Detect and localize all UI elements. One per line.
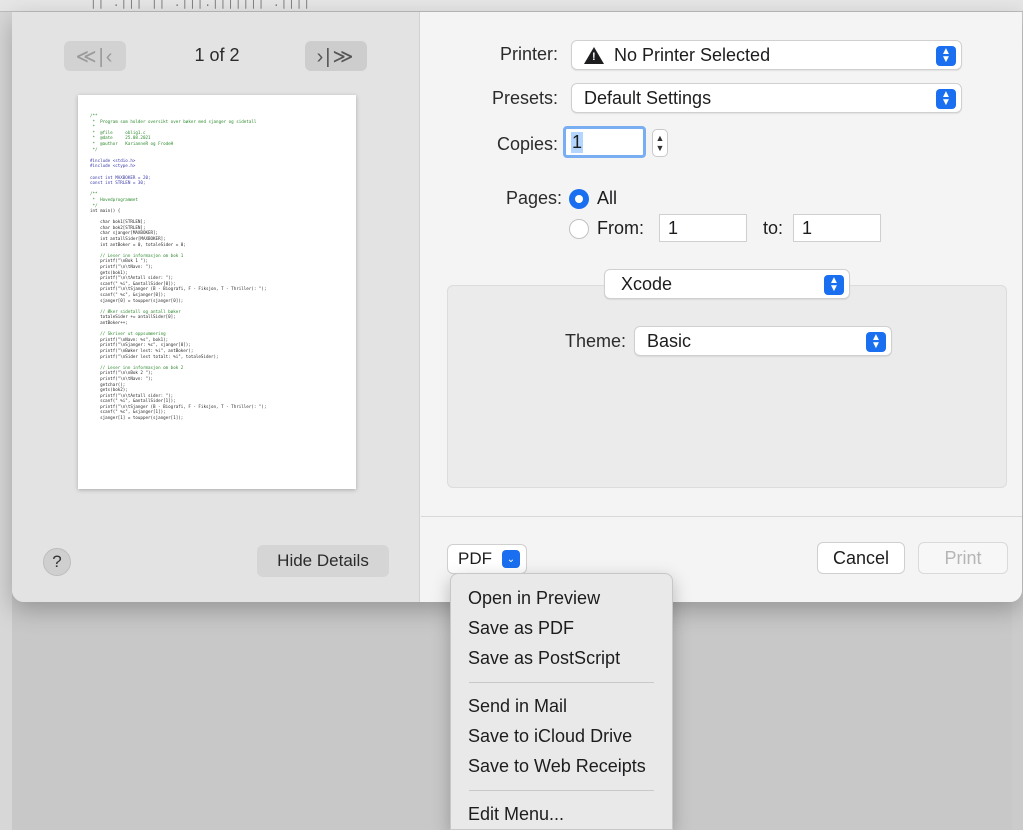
- pdf-menu-button[interactable]: PDF ⌄: [447, 544, 527, 574]
- menu-separator: [469, 682, 654, 683]
- printer-value: No Printer Selected: [614, 44, 771, 65]
- menu-item-open-in-preview[interactable]: Open in Preview: [451, 583, 672, 613]
- pages-from-field[interactable]: 1: [659, 214, 747, 242]
- menu-item-send-in-mail[interactable]: Send in Mail: [451, 691, 672, 721]
- menu-item-save-to-icloud-drive[interactable]: Save to iCloud Drive: [451, 721, 672, 751]
- section-popup[interactable]: Xcode ▲ ▼: [604, 269, 850, 299]
- chevron-down-icon: ⌄: [502, 550, 520, 568]
- footer-divider: [421, 516, 1022, 517]
- pages-to-label: to:: [763, 218, 784, 238]
- code-line: sjanger[1] = toupper(sjanger[1]);: [90, 415, 184, 421]
- background-window-left: [0, 12, 12, 830]
- presets-label: Presets:: [491, 88, 558, 108]
- pages-all-label: All: [597, 188, 618, 208]
- pages-range-radio[interactable]: [569, 219, 589, 239]
- copies-label: Copies:: [496, 134, 558, 154]
- theme-value: Basic: [647, 330, 692, 351]
- pages-label: Pages:: [505, 188, 562, 208]
- chevron-updown-icon: ▲ ▼: [936, 89, 956, 109]
- copies-field[interactable]: 1: [563, 126, 646, 158]
- copies-stepper[interactable]: ▲ ▼: [652, 129, 668, 157]
- menu-item-edit-menu[interactable]: Edit Menu...: [451, 799, 672, 829]
- hide-details-button[interactable]: Hide Details: [257, 545, 389, 577]
- chevron-updown-icon: ▲ ▼: [824, 275, 844, 295]
- theme-popup[interactable]: Basic ▲ ▼: [634, 326, 892, 356]
- print-button[interactable]: Print: [918, 542, 1008, 574]
- chevron-updown-icon: ▲ ▼: [866, 332, 886, 352]
- presets-value: Default Settings: [584, 87, 712, 108]
- pdf-label: PDF: [458, 549, 492, 568]
- page-thumbnail: /** * Program som holder oversikt over b…: [78, 95, 356, 489]
- menu-item-save-to-web-receipts[interactable]: Save to Web Receipts: [451, 751, 672, 781]
- theme-label: Theme:: [564, 331, 626, 351]
- options-panel: [447, 285, 1007, 488]
- first-prev-page-buttons[interactable]: ≪|‹: [64, 41, 126, 71]
- pages-all-radio[interactable]: [569, 189, 589, 209]
- menu-separator: [469, 790, 654, 791]
- next-last-page-buttons[interactable]: ›|≫: [305, 41, 367, 71]
- preview-pane: ≪|‹ 1 of 2 ›|≫ /** * Program som holder …: [12, 12, 420, 602]
- menu-item-save-as-postscript[interactable]: Save as PostScript: [451, 643, 672, 673]
- presets-popup[interactable]: Default Settings ▲ ▼: [571, 83, 962, 113]
- background-window-top: || .||| || .|||.||||||| .||||: [0, 0, 1023, 12]
- printer-label: Printer:: [499, 44, 558, 64]
- chevron-updown-icon: ▲ ▼: [936, 46, 956, 66]
- copies-value: 1: [571, 131, 584, 153]
- warning-icon: !: [584, 46, 604, 64]
- pdf-dropdown-menu: Open in Preview Save as PDF Save as Post…: [450, 573, 673, 830]
- background-window-text: || .||| || .|||.||||||| .||||: [90, 0, 312, 9]
- pages-to-field[interactable]: 1: [793, 214, 881, 242]
- menu-item-save-as-pdf[interactable]: Save as PDF: [451, 613, 672, 643]
- page-indicator: 1 of 2: [194, 45, 240, 65]
- help-button[interactable]: ?: [43, 548, 71, 576]
- pages-from-label: From:: [597, 218, 644, 238]
- printer-popup[interactable]: ! No Printer Selected ▲ ▼: [571, 40, 962, 70]
- cancel-button[interactable]: Cancel: [817, 542, 905, 574]
- section-value: Xcode: [621, 273, 673, 294]
